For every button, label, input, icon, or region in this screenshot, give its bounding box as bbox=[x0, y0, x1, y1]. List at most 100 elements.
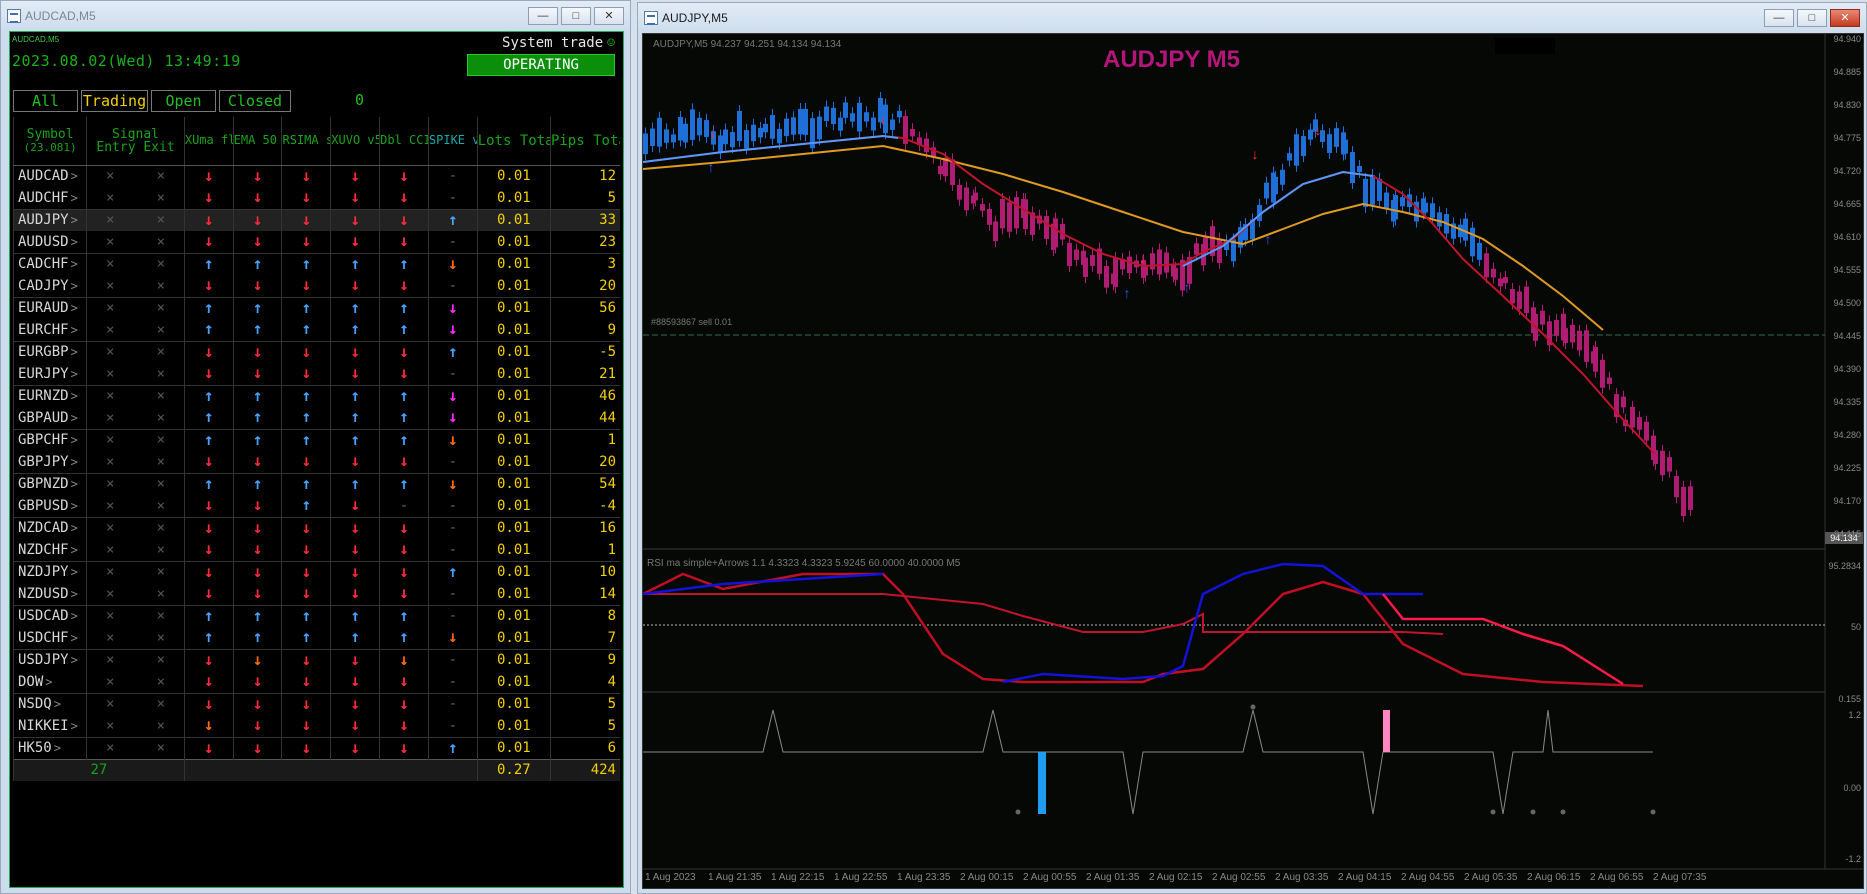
chart-titlebar[interactable]: AUDJPY,M5 — □ ✕ bbox=[638, 3, 1866, 33]
table-row[interactable]: NZDCAD > × × ↓ ↓ ↓ ↓ ↓ -0.01 16 bbox=[12, 516, 620, 539]
symbol-cell[interactable]: EURNZD > bbox=[12, 384, 87, 407]
symbol-cell[interactable]: EURCHF > bbox=[12, 319, 87, 341]
chevron-right-icon[interactable]: > bbox=[71, 235, 78, 249]
symbol-cell[interactable]: USDJPY > bbox=[12, 648, 87, 671]
symbol-cell[interactable]: GBPAUD > bbox=[12, 407, 87, 429]
table-row[interactable]: NZDJPY > × × ↓ ↓ ↓ ↓ ↓ ↑ 0.01 10 bbox=[12, 560, 620, 583]
table-row[interactable]: USDCHF > × × ↑ ↑ ↑ ↑ ↑ ↓ 0.01 7 bbox=[12, 627, 620, 649]
table-row[interactable]: AUDUSD > × × ↓ ↓ ↓ ↓ ↓ -0.01 23 bbox=[12, 231, 620, 253]
tab-trading[interactable]: Trading bbox=[81, 90, 148, 112]
chevron-right-icon[interactable]: > bbox=[71, 257, 78, 271]
chevron-right-icon[interactable]: > bbox=[71, 345, 78, 359]
table-row[interactable]: CADCHF > × × ↑ ↑ ↑ ↑ ↑ ↓ 0.01 3 bbox=[12, 252, 620, 275]
symbol-cell[interactable]: AUDCAD > bbox=[12, 164, 87, 187]
table-row[interactable]: DOW > × × ↓ ↓ ↓ ↓ ↓ -0.01 4 bbox=[12, 671, 620, 693]
symbol-cell[interactable]: DOW > bbox=[12, 671, 87, 693]
symbol-cell[interactable]: GBPNZD > bbox=[12, 472, 87, 495]
symbol-cell[interactable]: AUDCHF > bbox=[12, 187, 87, 209]
symbol-cell[interactable]: GBPUSD > bbox=[12, 495, 87, 517]
table-row[interactable]: EURAUD > × × ↑ ↑ ↑ ↑ ↑ ↓ 0.01 56 bbox=[12, 296, 620, 319]
table-row[interactable]: AUDCAD > × × ↓ ↓ ↓ ↓ ↓ -0.01 12 bbox=[12, 164, 620, 187]
chevron-right-icon[interactable]: > bbox=[71, 565, 78, 579]
chevron-right-icon[interactable]: > bbox=[71, 477, 78, 491]
maximize-button[interactable]: □ bbox=[1797, 9, 1827, 27]
table-row[interactable]: EURJPY > × × ↓ ↓ ↓ ↓ ↓ -0.01 21 bbox=[12, 363, 620, 385]
table-row[interactable]: NIKKEI > × × ↓ ↓ ↓ ↓ ↓ -0.01 5 bbox=[12, 715, 620, 737]
symbol-cell[interactable]: GBPCHF > bbox=[12, 428, 87, 451]
symbol-cell[interactable]: AUDJPY > bbox=[12, 208, 87, 231]
symbol-cell[interactable]: HK50 > bbox=[12, 736, 87, 759]
chart-canvas[interactable]: ↓ ↓ ↓ ↓ ↓ ↑ ↑ ↑ ↑ bbox=[643, 34, 1864, 889]
symbol-cell[interactable]: USDCHF > bbox=[12, 627, 87, 649]
table-row[interactable]: GBPJPY > × × ↓ ↓ ↓ ↓ ↓ -0.01 20 bbox=[12, 451, 620, 473]
chevron-right-icon[interactable]: > bbox=[71, 543, 78, 557]
chevron-right-icon[interactable]: > bbox=[71, 521, 78, 535]
symbol-cell[interactable]: AUDUSD > bbox=[12, 231, 87, 253]
minimize-button[interactable]: — bbox=[1764, 9, 1794, 27]
price-chart[interactable]: ↓ ↓ ↓ ↓ ↓ ↑ ↑ ↑ ↑ AUDJPY,M5 94.237 94.251 94.134… bbox=[642, 33, 1864, 889]
symbol-cell[interactable]: NZDCHF > bbox=[12, 539, 87, 561]
chevron-right-icon[interactable]: > bbox=[71, 631, 78, 645]
chevron-right-icon[interactable]: > bbox=[71, 301, 78, 315]
chevron-right-icon[interactable]: > bbox=[71, 587, 78, 601]
symbol-cell[interactable]: NIKKEI > bbox=[12, 715, 87, 737]
close-button[interactable]: ✕ bbox=[1830, 9, 1860, 27]
tab-all[interactable]: All bbox=[13, 90, 78, 112]
table-row[interactable]: GBPCHF > × × ↑ ↑ ↑ ↑ ↑ ↓ 0.01 1 bbox=[12, 428, 620, 451]
chevron-right-icon[interactable]: > bbox=[54, 697, 61, 711]
table-row[interactable]: GBPNZD > × × ↑ ↑ ↑ ↑ ↑ ↓ 0.01 54 bbox=[12, 472, 620, 495]
chevron-right-icon[interactable]: > bbox=[71, 455, 78, 469]
table-row[interactable]: AUDCHF > × × ↓ ↓ ↓ ↓ ↓ -0.01 5 bbox=[12, 187, 620, 209]
symbol-cell[interactable]: GBPJPY > bbox=[12, 451, 87, 473]
table-row[interactable]: AUDJPY > × × ↓ ↓ ↓ ↓ ↓ ↑ 0.01 33 bbox=[12, 208, 620, 231]
symbol-cell[interactable]: EURGBP > bbox=[12, 340, 87, 363]
table-row[interactable]: NSDQ > × × ↓ ↓ ↓ ↓ ↓ -0.01 5 bbox=[12, 692, 620, 715]
symbol-cell[interactable]: NZDJPY > bbox=[12, 560, 87, 583]
table-row[interactable]: HK50 > × × ↓ ↓ ↓ ↓ ↓ ↑ 0.01 6 bbox=[12, 736, 620, 759]
table-row[interactable]: USDCAD > × × ↑ ↑ ↑ ↑ ↑ -0.01 8 bbox=[12, 604, 620, 627]
chevron-right-icon[interactable]: > bbox=[54, 741, 61, 755]
table-row[interactable]: NZDCHF > × × ↓ ↓ ↓ ↓ ↓ -0.01 1 bbox=[12, 539, 620, 561]
table-row[interactable]: EURGBP > × × ↓ ↓ ↓ ↓ ↓ ↑ 0.01 -5 bbox=[12, 340, 620, 363]
tab-closed[interactable]: Closed bbox=[219, 90, 291, 112]
symbol-cell[interactable]: EURJPY > bbox=[12, 363, 87, 385]
chevron-right-icon[interactable]: > bbox=[71, 323, 78, 337]
candle-body bbox=[737, 110, 742, 142]
table-row[interactable]: CADJPY > × × ↓ ↓ ↓ ↓ ↓ -0.01 20 bbox=[12, 275, 620, 297]
chevron-right-icon[interactable]: > bbox=[71, 367, 78, 381]
table-row[interactable]: EURNZD > × × ↑ ↑ ↑ ↑ ↑ ↓ 0.01 46 bbox=[12, 384, 620, 407]
chevron-right-icon[interactable]: > bbox=[45, 675, 52, 689]
symbol-header[interactable]: Symbol (23.081) bbox=[12, 117, 87, 166]
operating-status-button[interactable]: OPERATING bbox=[467, 54, 615, 76]
indicator-cell: - bbox=[427, 275, 478, 297]
chevron-right-icon[interactable]: > bbox=[71, 719, 78, 733]
symbol-cell[interactable]: NZDUSD > bbox=[12, 583, 87, 605]
chevron-right-icon[interactable]: > bbox=[71, 609, 78, 623]
table-row[interactable]: GBPAUD > × × ↑ ↑ ↑ ↑ ↑ ↓ 0.01 44 bbox=[12, 407, 620, 429]
chevron-right-icon[interactable]: > bbox=[71, 433, 78, 447]
symbol-cell[interactable]: NSDQ > bbox=[12, 692, 87, 715]
table-row[interactable]: GBPUSD > × × ↓ ↓ ↑ ↓ - -0.01 -4 bbox=[12, 495, 620, 517]
chevron-right-icon[interactable]: > bbox=[71, 653, 78, 667]
chevron-right-icon[interactable]: > bbox=[71, 169, 78, 183]
minimize-button[interactable]: — bbox=[528, 7, 558, 25]
table-row[interactable]: NZDUSD > × × ↓ ↓ ↓ ↓ ↓ -0.01 14 bbox=[12, 583, 620, 605]
maximize-button[interactable]: □ bbox=[561, 7, 591, 25]
symbol-cell[interactable]: CADJPY > bbox=[12, 275, 87, 297]
chevron-right-icon[interactable]: > bbox=[71, 191, 78, 205]
table-row[interactable]: USDJPY > × × ↓ ↓ ↓ ↓ ↓ -0.01 9 bbox=[12, 648, 620, 671]
symbol-cell[interactable]: USDCAD > bbox=[12, 604, 87, 627]
chevron-right-icon[interactable]: > bbox=[71, 389, 78, 403]
symbol-cell[interactable]: EURAUD > bbox=[12, 296, 87, 319]
tab-open[interactable]: Open bbox=[151, 90, 216, 112]
chevron-right-icon[interactable]: > bbox=[71, 499, 78, 513]
signal-cell: × × bbox=[86, 275, 185, 297]
symbol-cell[interactable]: CADCHF > bbox=[12, 252, 87, 275]
table-row[interactable]: EURCHF > × × ↑ ↑ ↑ ↑ ↑ ↓ 0.01 9 bbox=[12, 319, 620, 341]
chevron-right-icon[interactable]: > bbox=[71, 213, 78, 227]
dashboard-titlebar[interactable]: AUDCAD,M5 — □ ✕ bbox=[1, 1, 630, 31]
close-button[interactable]: ✕ bbox=[594, 7, 624, 25]
chevron-right-icon[interactable]: > bbox=[71, 411, 78, 425]
symbol-cell[interactable]: NZDCAD > bbox=[12, 516, 87, 539]
chevron-right-icon[interactable]: > bbox=[71, 279, 78, 293]
